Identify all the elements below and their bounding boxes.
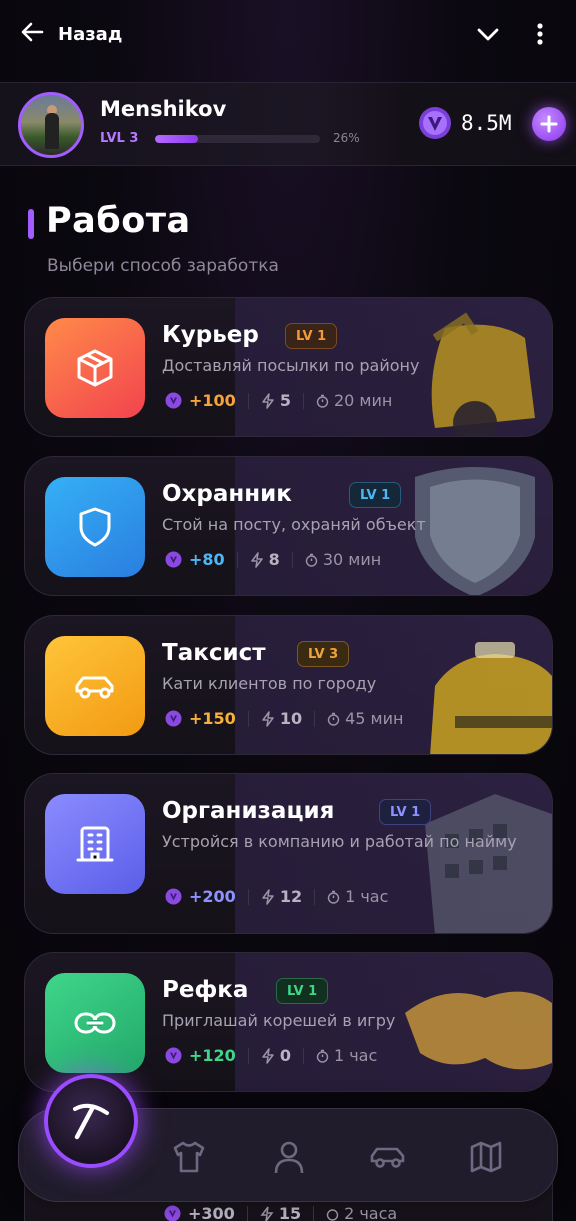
duration-value: 30 мин [322, 550, 382, 569]
job-description: Приглашай корешей в игру [162, 1011, 396, 1030]
coin-icon [165, 888, 182, 905]
timer-icon [326, 1207, 339, 1221]
lightning-icon [250, 551, 264, 568]
coin-icon [165, 551, 182, 568]
job-stats: +200 12 1 час [165, 887, 388, 906]
level-badge: LV 1 [276, 978, 329, 1004]
timer-icon [305, 553, 318, 567]
job-title: Рефка [162, 977, 249, 1003]
lightning-icon [260, 1206, 274, 1221]
nav-user-icon[interactable] [269, 1137, 309, 1177]
reward-value: +80 [189, 550, 225, 569]
nav-map-icon[interactable] [466, 1137, 506, 1177]
duration-value: 2 часа [344, 1204, 398, 1221]
avatar[interactable] [18, 92, 84, 158]
job-title: Курьер [162, 322, 259, 348]
page-subtitle: Выбери способ заработка [47, 256, 279, 276]
duration-value: 20 мин [333, 391, 393, 410]
link-icon [45, 973, 145, 1073]
coin-icon [165, 392, 182, 409]
player-level: LVL 3 [100, 131, 139, 146]
level-progress-label: 26% [333, 131, 360, 145]
job-card-referral[interactable]: Рефка LV 1 Приглашай корешей в игру +120… [24, 952, 553, 1092]
reward-value: +300 [188, 1204, 235, 1221]
job-card-courier[interactable]: Курьер LV 1 Доставляй посылки по району … [24, 297, 553, 437]
lightning-icon [261, 1047, 275, 1064]
job-description: Кати клиентов по городу [162, 674, 377, 693]
reward-value: +150 [189, 709, 236, 728]
energy-value: 8 [268, 550, 280, 569]
job-stats: +150 10 45 мин [165, 709, 403, 728]
job-stats: +100 5 20 мин [165, 391, 392, 410]
timer-icon [316, 394, 329, 408]
lightning-icon [261, 710, 275, 727]
job-description: Стой на посту, охраняй объект [162, 515, 426, 534]
job-card-organization[interactable]: Организация LV 1 Устройся в компанию и р… [24, 773, 553, 934]
duration-value: 45 мин [345, 709, 404, 728]
nav-shirt-icon[interactable] [169, 1137, 209, 1177]
job-title: Таксист [162, 640, 266, 666]
lightning-icon [261, 392, 275, 409]
car-icon [45, 636, 145, 736]
pickaxe-icon [73, 1103, 109, 1140]
arrow-left-icon [20, 20, 44, 48]
nav-work-button[interactable] [44, 1074, 138, 1168]
page-title: Работа [46, 201, 191, 241]
coin-icon [164, 1205, 181, 1221]
timer-icon [327, 890, 340, 904]
level-badge: LV 3 [297, 641, 350, 667]
duration-value: 1 час [333, 1046, 378, 1065]
job-card-taxi[interactable]: Таксист LV 3 Кати клиентов по городу +15… [24, 615, 553, 755]
job-title: Организация [162, 798, 335, 824]
building-icon [45, 794, 145, 894]
player-name: Menshikov [100, 97, 227, 121]
more-menu-icon[interactable] [528, 20, 552, 48]
lightning-icon [261, 888, 275, 905]
job-stats: +300 15 2 часа [164, 1204, 397, 1221]
level-badge: LV 1 [379, 799, 432, 825]
job-card-guard[interactable]: Охранник LV 1 Стой на посту, охраняй объ… [24, 456, 553, 596]
back-button[interactable]: Назад [20, 20, 122, 48]
balance-value: 8.5M [461, 111, 512, 135]
energy-value: 5 [279, 391, 291, 410]
job-description: Доставляй посылки по району [162, 356, 420, 375]
job-stats: +120 0 1 час [165, 1046, 377, 1065]
level-badge: LV 1 [349, 482, 402, 508]
level-progress-bar [155, 135, 320, 143]
reward-value: +120 [189, 1046, 236, 1065]
box-icon [45, 318, 145, 418]
energy-value: 12 [279, 887, 303, 906]
reward-value: +200 [189, 887, 236, 906]
reward-value: +100 [189, 391, 236, 410]
level-badge: LV 1 [285, 323, 338, 349]
nav-car-icon[interactable] [368, 1137, 408, 1177]
coin-icon [165, 1047, 182, 1064]
timer-icon [316, 1049, 329, 1063]
top-bar: Назад [0, 0, 576, 80]
plus-icon [540, 115, 558, 133]
back-label: Назад [58, 23, 123, 45]
shield-icon [45, 477, 145, 577]
duration-value: 1 час [345, 887, 389, 906]
energy-value: 10 [279, 709, 303, 728]
coin-icon [165, 710, 182, 727]
energy-value: 15 [278, 1204, 302, 1221]
coin-icon [418, 106, 452, 140]
add-funds-button[interactable] [532, 107, 566, 141]
chevron-down-icon[interactable] [474, 20, 502, 48]
job-description: Устройся в компанию и работай по найму [162, 832, 517, 851]
job-stats: +80 8 30 мин [165, 550, 381, 569]
job-title: Охранник [162, 481, 292, 507]
energy-value: 0 [279, 1046, 291, 1065]
timer-icon [327, 712, 340, 726]
section-accent [28, 209, 34, 239]
